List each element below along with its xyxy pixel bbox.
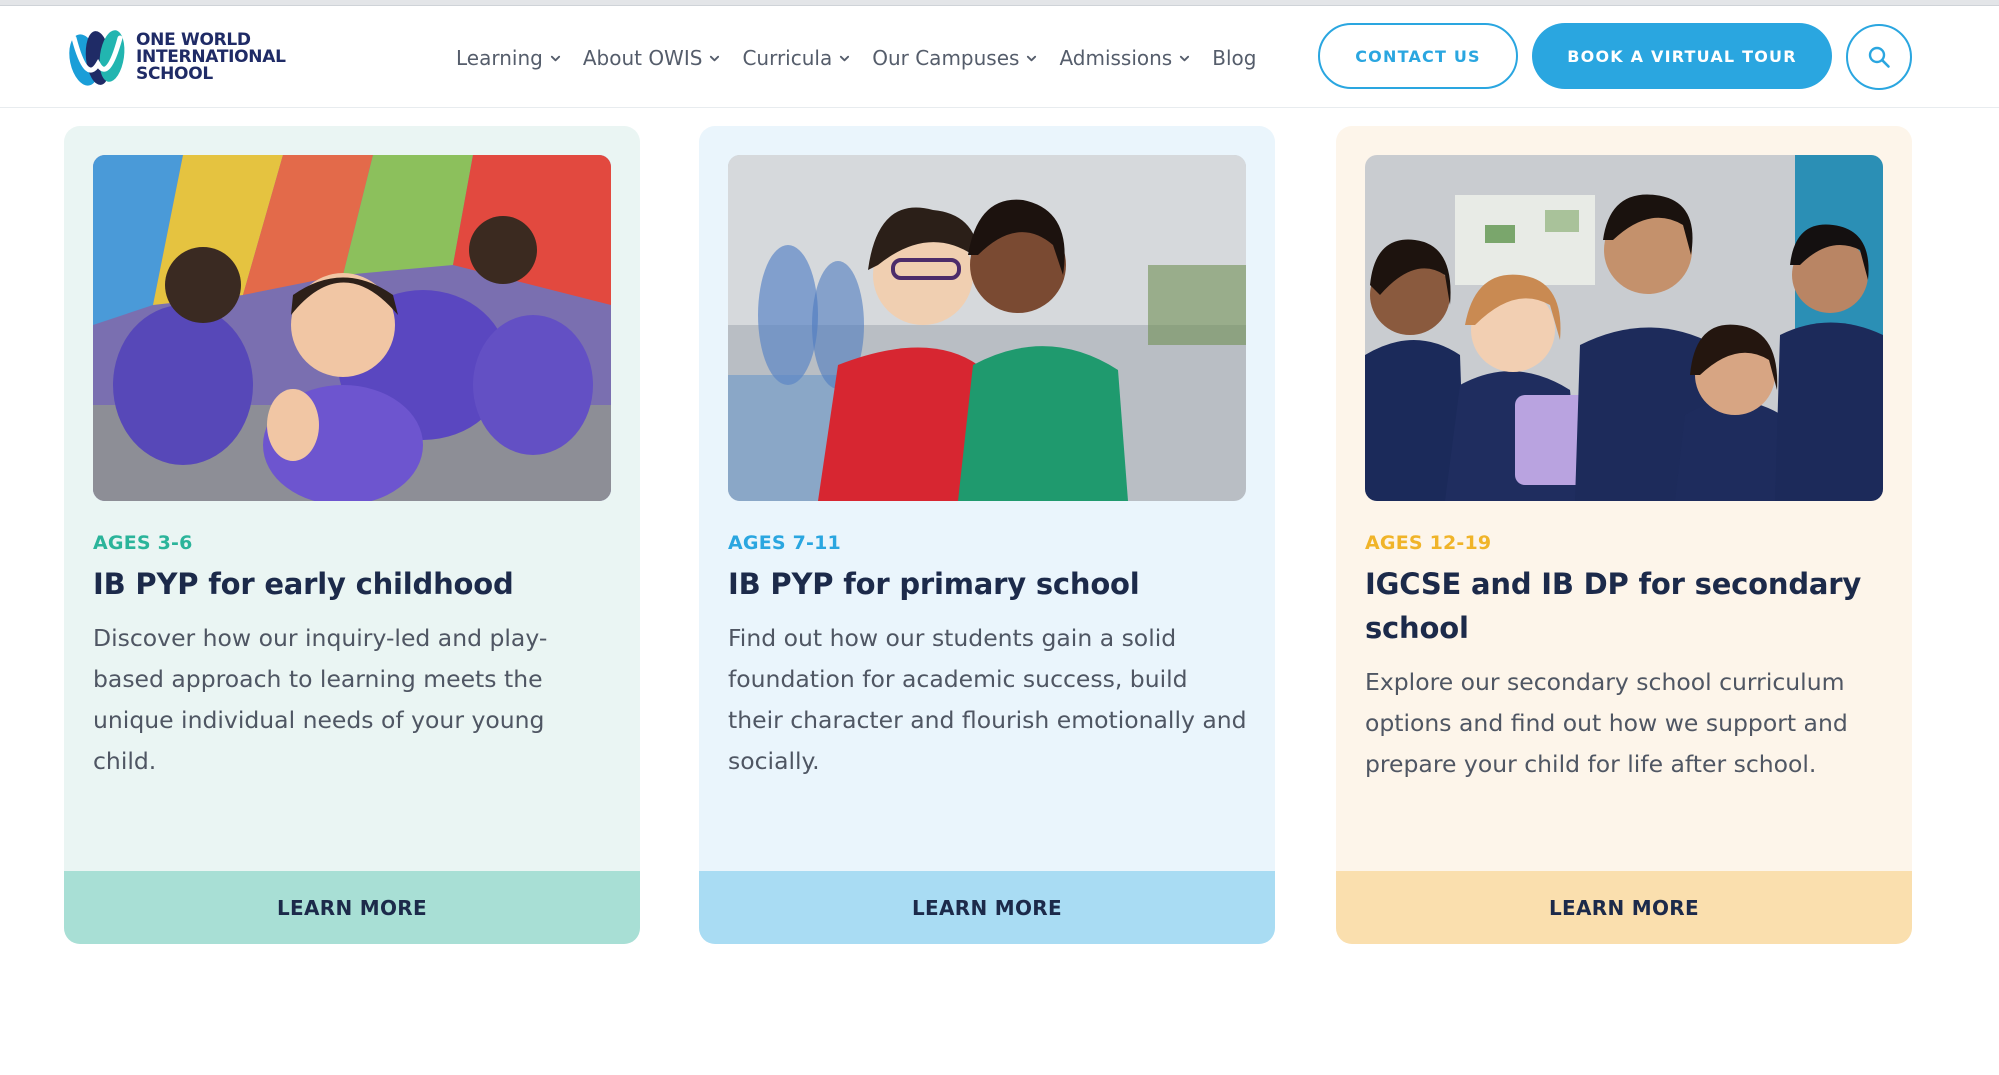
card-title: IGCSE and IB DP for secondary school [1365,567,1862,645]
chevron-down-icon [710,55,720,61]
children-play-tent-image [93,155,611,501]
card-photo [1365,155,1883,501]
card-photo [93,155,611,501]
card-early-childhood: AGES 3-6 IB PYP for early childhood Disc… [64,126,640,944]
chevron-down-icon [1180,55,1190,61]
learn-more-button[interactable]: LEARN MORE [1336,871,1912,944]
learn-more-button[interactable]: LEARN MORE [699,871,1275,944]
logo-line-1: ONE WORLD [136,29,251,50]
search-button[interactable] [1846,24,1912,90]
nav-blog[interactable]: Blog [1212,46,1256,70]
logo-line-2: INTERNATIONAL [136,46,286,67]
nav-curricula[interactable]: Curricula [742,46,850,70]
card-title: IB PYP for primary school [728,567,1140,601]
card-description: Find out how our students gain a solid f… [728,624,1247,775]
age-range: AGES 3-6 [93,532,193,554]
nav-our-campuses[interactable]: Our Campuses [872,46,1037,70]
nav-about-owis[interactable]: About OWIS [583,46,721,70]
learn-more-button[interactable]: LEARN MORE [64,871,640,944]
card-description: Discover how our inquiry-led and play-ba… [93,624,548,775]
nav-label: About OWIS [582,46,703,70]
site-header: ONE WORLD INTERNATIONAL SCHOOL Learning … [0,6,1999,108]
secondary-students-group-image [1365,155,1883,501]
nav-label: Curricula [742,46,833,70]
owis-logo-icon [69,30,125,86]
nav-admissions[interactable]: Admissions [1059,46,1190,70]
age-range: AGES 7-11 [728,532,841,554]
search-icon [1868,46,1890,68]
nav-label: Blog [1212,46,1257,70]
chevron-down-icon [840,55,850,61]
card-title: IB PYP for early childhood [93,567,514,601]
contact-us-button[interactable]: CONTACT US [1318,23,1518,89]
two-students-image [728,155,1246,501]
logo-line-3: SCHOOL [136,63,213,84]
site-logo[interactable]: ONE WORLD INTERNATIONAL SCHOOL [64,24,286,90]
nav-label: Our Campuses [872,46,1020,70]
card-primary-school: AGES 7-11 IB PYP for primary school Find… [699,126,1275,944]
nav-learning[interactable]: Learning [456,46,561,70]
card-photo [728,155,1246,501]
chevron-down-icon [550,55,560,61]
main-nav: Learning About OWIS Curricula Our Campus… [456,46,1256,70]
age-range: AGES 12-19 [1365,532,1492,554]
nav-label: Admissions [1059,46,1173,70]
chevron-down-icon [1027,55,1037,61]
nav-label: Learning [456,46,543,70]
book-virtual-tour-button[interactable]: BOOK A VIRTUAL TOUR [1532,23,1832,89]
card-description: Explore our secondary school curriculum … [1365,668,1848,778]
logo-wordmark: ONE WORLD INTERNATIONAL SCHOOL [136,29,286,84]
card-secondary-school: AGES 12-19 IGCSE and IB DP for secondary… [1336,126,1912,944]
